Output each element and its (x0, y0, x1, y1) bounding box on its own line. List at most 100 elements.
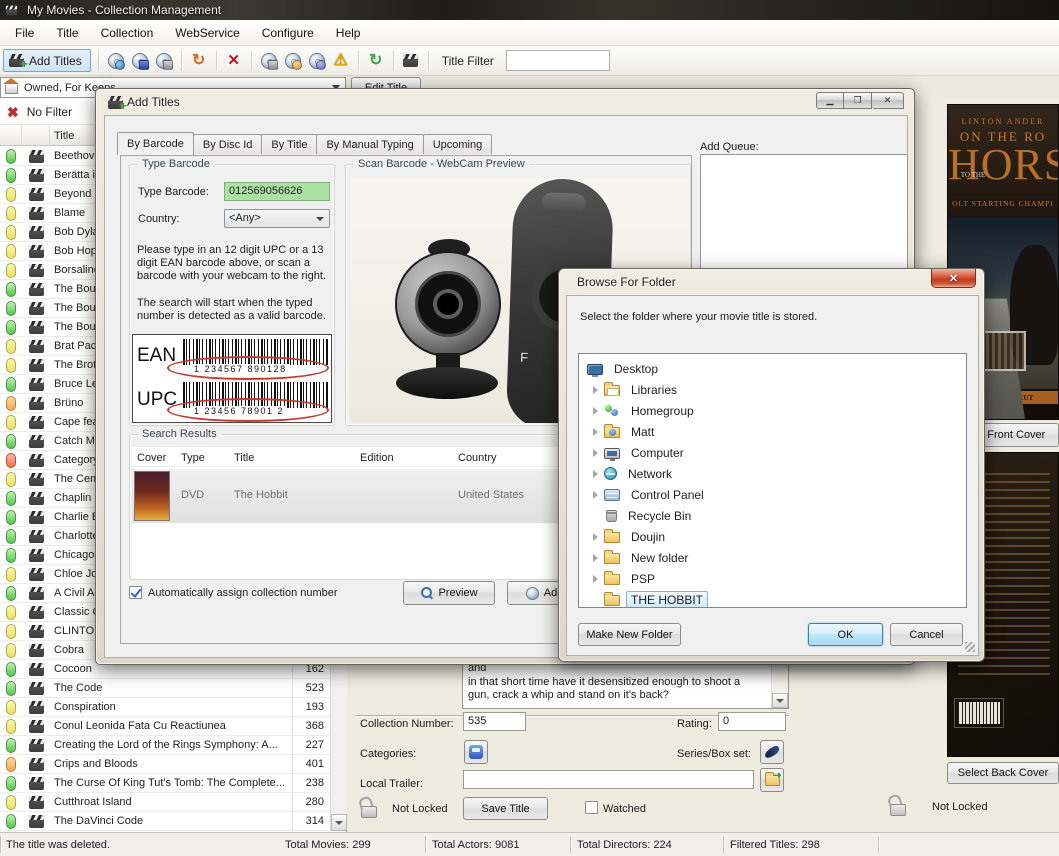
folder-tree-item[interactable]: Matt (579, 421, 966, 442)
table-row[interactable]: The DaVinci Code 314 (0, 812, 330, 831)
type-column-header[interactable] (22, 126, 50, 145)
window-titlebar[interactable]: My Movies - Collection Management (0, 0, 1059, 20)
folder-tree-item[interactable]: Network (579, 463, 966, 484)
table-row[interactable]: Creating the Lord of the Rings Symphony:… (0, 736, 330, 755)
title-cell: The Code (50, 679, 293, 697)
add-disc-globe-icon[interactable] (106, 51, 126, 71)
close-button[interactable]: ✕ (872, 92, 904, 109)
delete-title-icon[interactable]: ✕ (224, 51, 244, 71)
type-cell (22, 169, 50, 182)
minimize-button[interactable]: ▁ (816, 92, 844, 109)
disc-play-icon[interactable] (307, 51, 327, 71)
barcode-input[interactable]: 012569056626 (224, 182, 330, 201)
cancel-label: Cancel (909, 629, 943, 641)
save-title-button[interactable]: Save Title (463, 797, 548, 820)
ok-button[interactable]: OK (808, 623, 883, 646)
table-row[interactable]: The Curse Of King Tut's Tomb: The Comple… (0, 774, 330, 793)
table-row[interactable]: The Code 523 (0, 679, 330, 698)
close-button[interactable]: ✕ (931, 269, 976, 288)
column-header[interactable]: Type (181, 452, 205, 464)
folder-tree-item[interactable]: Control Panel (579, 484, 966, 505)
menu-item[interactable]: File (4, 22, 45, 44)
table-row[interactable]: Cutthroat Island 280 (0, 793, 330, 812)
expand-arrow-icon[interactable] (587, 533, 604, 541)
folder-tree-item[interactable]: Desktop (579, 358, 966, 379)
scroll-down-icon[interactable] (772, 693, 788, 708)
expand-arrow-icon[interactable] (587, 407, 604, 415)
movie-clapper-icon (29, 682, 44, 695)
refresh-collection-icon[interactable]: ↻ (366, 51, 386, 71)
tab[interactable]: By Disc Id (193, 134, 263, 154)
maximize-button[interactable]: ❒ (844, 92, 872, 109)
column-header[interactable]: Edition (360, 452, 394, 464)
table-row[interactable]: Conul Leonida Fata Cu Reactiunea 368 (0, 717, 330, 736)
series-box-set-button[interactable] (760, 740, 784, 764)
disc-user-icon[interactable] (283, 51, 303, 71)
expand-arrow-icon[interactable] (587, 554, 604, 562)
type-cell (22, 492, 50, 505)
resize-grip[interactable] (965, 642, 975, 652)
cancel-button[interactable]: Cancel (890, 623, 963, 646)
dialog-titlebar[interactable]: Browse For Folder ✕ (559, 269, 984, 295)
expand-arrow-icon[interactable] (587, 449, 604, 457)
add-disc-drive-icon[interactable] (154, 51, 174, 71)
tab[interactable]: By Barcode (117, 132, 194, 155)
tab[interactable]: By Title (261, 134, 317, 154)
title-cell: Conul Leonida Fata Cu Reactiunea (50, 717, 293, 735)
expand-arrow-icon[interactable] (587, 470, 604, 478)
folder-tree-item[interactable]: Computer (579, 442, 966, 463)
column-header[interactable]: Cover (137, 452, 166, 464)
expand-arrow-icon[interactable] (587, 428, 604, 436)
preview-button[interactable]: Preview (403, 581, 495, 605)
convert-refresh-icon[interactable]: ↻ (189, 51, 209, 71)
expand-arrow-icon[interactable] (587, 575, 604, 583)
movie-clapper-icon (29, 264, 44, 277)
browse-trailer-button[interactable] (760, 768, 784, 792)
tab[interactable]: By Manual Typing (316, 134, 423, 154)
expand-arrow-icon[interactable] (587, 386, 604, 394)
warning-icon[interactable]: ⚠ (331, 51, 351, 71)
local-trailer-field[interactable] (463, 770, 754, 789)
add-titles-button[interactable]: + Add Titles (3, 49, 91, 72)
table-row[interactable]: Crips and Bloods 401 (0, 755, 330, 774)
auto-assign-checkbox[interactable] (129, 586, 142, 599)
select-back-cover-button[interactable]: Select Back Cover (947, 762, 1059, 784)
folder-tree-item[interactable]: THE HOBBIT (579, 589, 966, 608)
make-new-folder-button[interactable]: Make New Folder (578, 623, 681, 646)
menu-item[interactable]: Configure (251, 22, 325, 44)
scroll-down-icon[interactable] (331, 814, 347, 831)
disc-copy-icon[interactable] (259, 51, 279, 71)
column-header[interactable]: Country (458, 452, 497, 464)
expand-arrow-icon[interactable] (587, 491, 604, 499)
folder-tree-item[interactable]: Homegroup (579, 400, 966, 421)
folder-tree: Desktop Libraries Homegroup Matt (578, 353, 967, 608)
folder-tree-item[interactable]: Libraries (579, 379, 966, 400)
folder-tree-item[interactable]: Doujin (579, 526, 966, 547)
watched-checkbox[interactable] (585, 801, 598, 814)
edit-clapper-icon[interactable] (401, 51, 421, 71)
folder-tree-item[interactable]: PSP (579, 568, 966, 589)
folder-tree-item[interactable]: Recycle Bin (579, 505, 966, 526)
add-disc-save-icon[interactable] (130, 51, 150, 71)
title-cell: Creating the Lord of the Rings Symphony:… (50, 736, 293, 754)
menu-item[interactable]: WebService (164, 22, 250, 44)
type-cell (22, 663, 50, 676)
movie-clapper-icon (29, 587, 44, 600)
title-filter-input[interactable] (506, 50, 610, 71)
dialog-titlebar[interactable]: + Add Titles ▁ ❒ ✕ (96, 89, 914, 115)
folder-tree-item[interactable]: New folder (579, 547, 966, 568)
menu-item[interactable]: Collection (90, 22, 165, 44)
rating-field[interactable]: 0 (718, 712, 786, 731)
menu-item[interactable]: Help (325, 22, 372, 44)
collection-number-field[interactable]: 535 (463, 712, 526, 731)
column-header[interactable]: Title (234, 452, 254, 464)
table-row[interactable]: Conspiration 193 (0, 698, 330, 717)
status-pill-icon (6, 605, 16, 620)
country-select[interactable]: <Any> (224, 209, 330, 228)
movie-clapper-icon (29, 701, 44, 714)
tab[interactable]: Upcoming (423, 134, 493, 154)
menu-item[interactable]: Title (45, 22, 89, 44)
status-column-header[interactable] (0, 126, 22, 145)
movie-clapper-icon (29, 321, 44, 334)
categories-button[interactable] (464, 740, 488, 764)
